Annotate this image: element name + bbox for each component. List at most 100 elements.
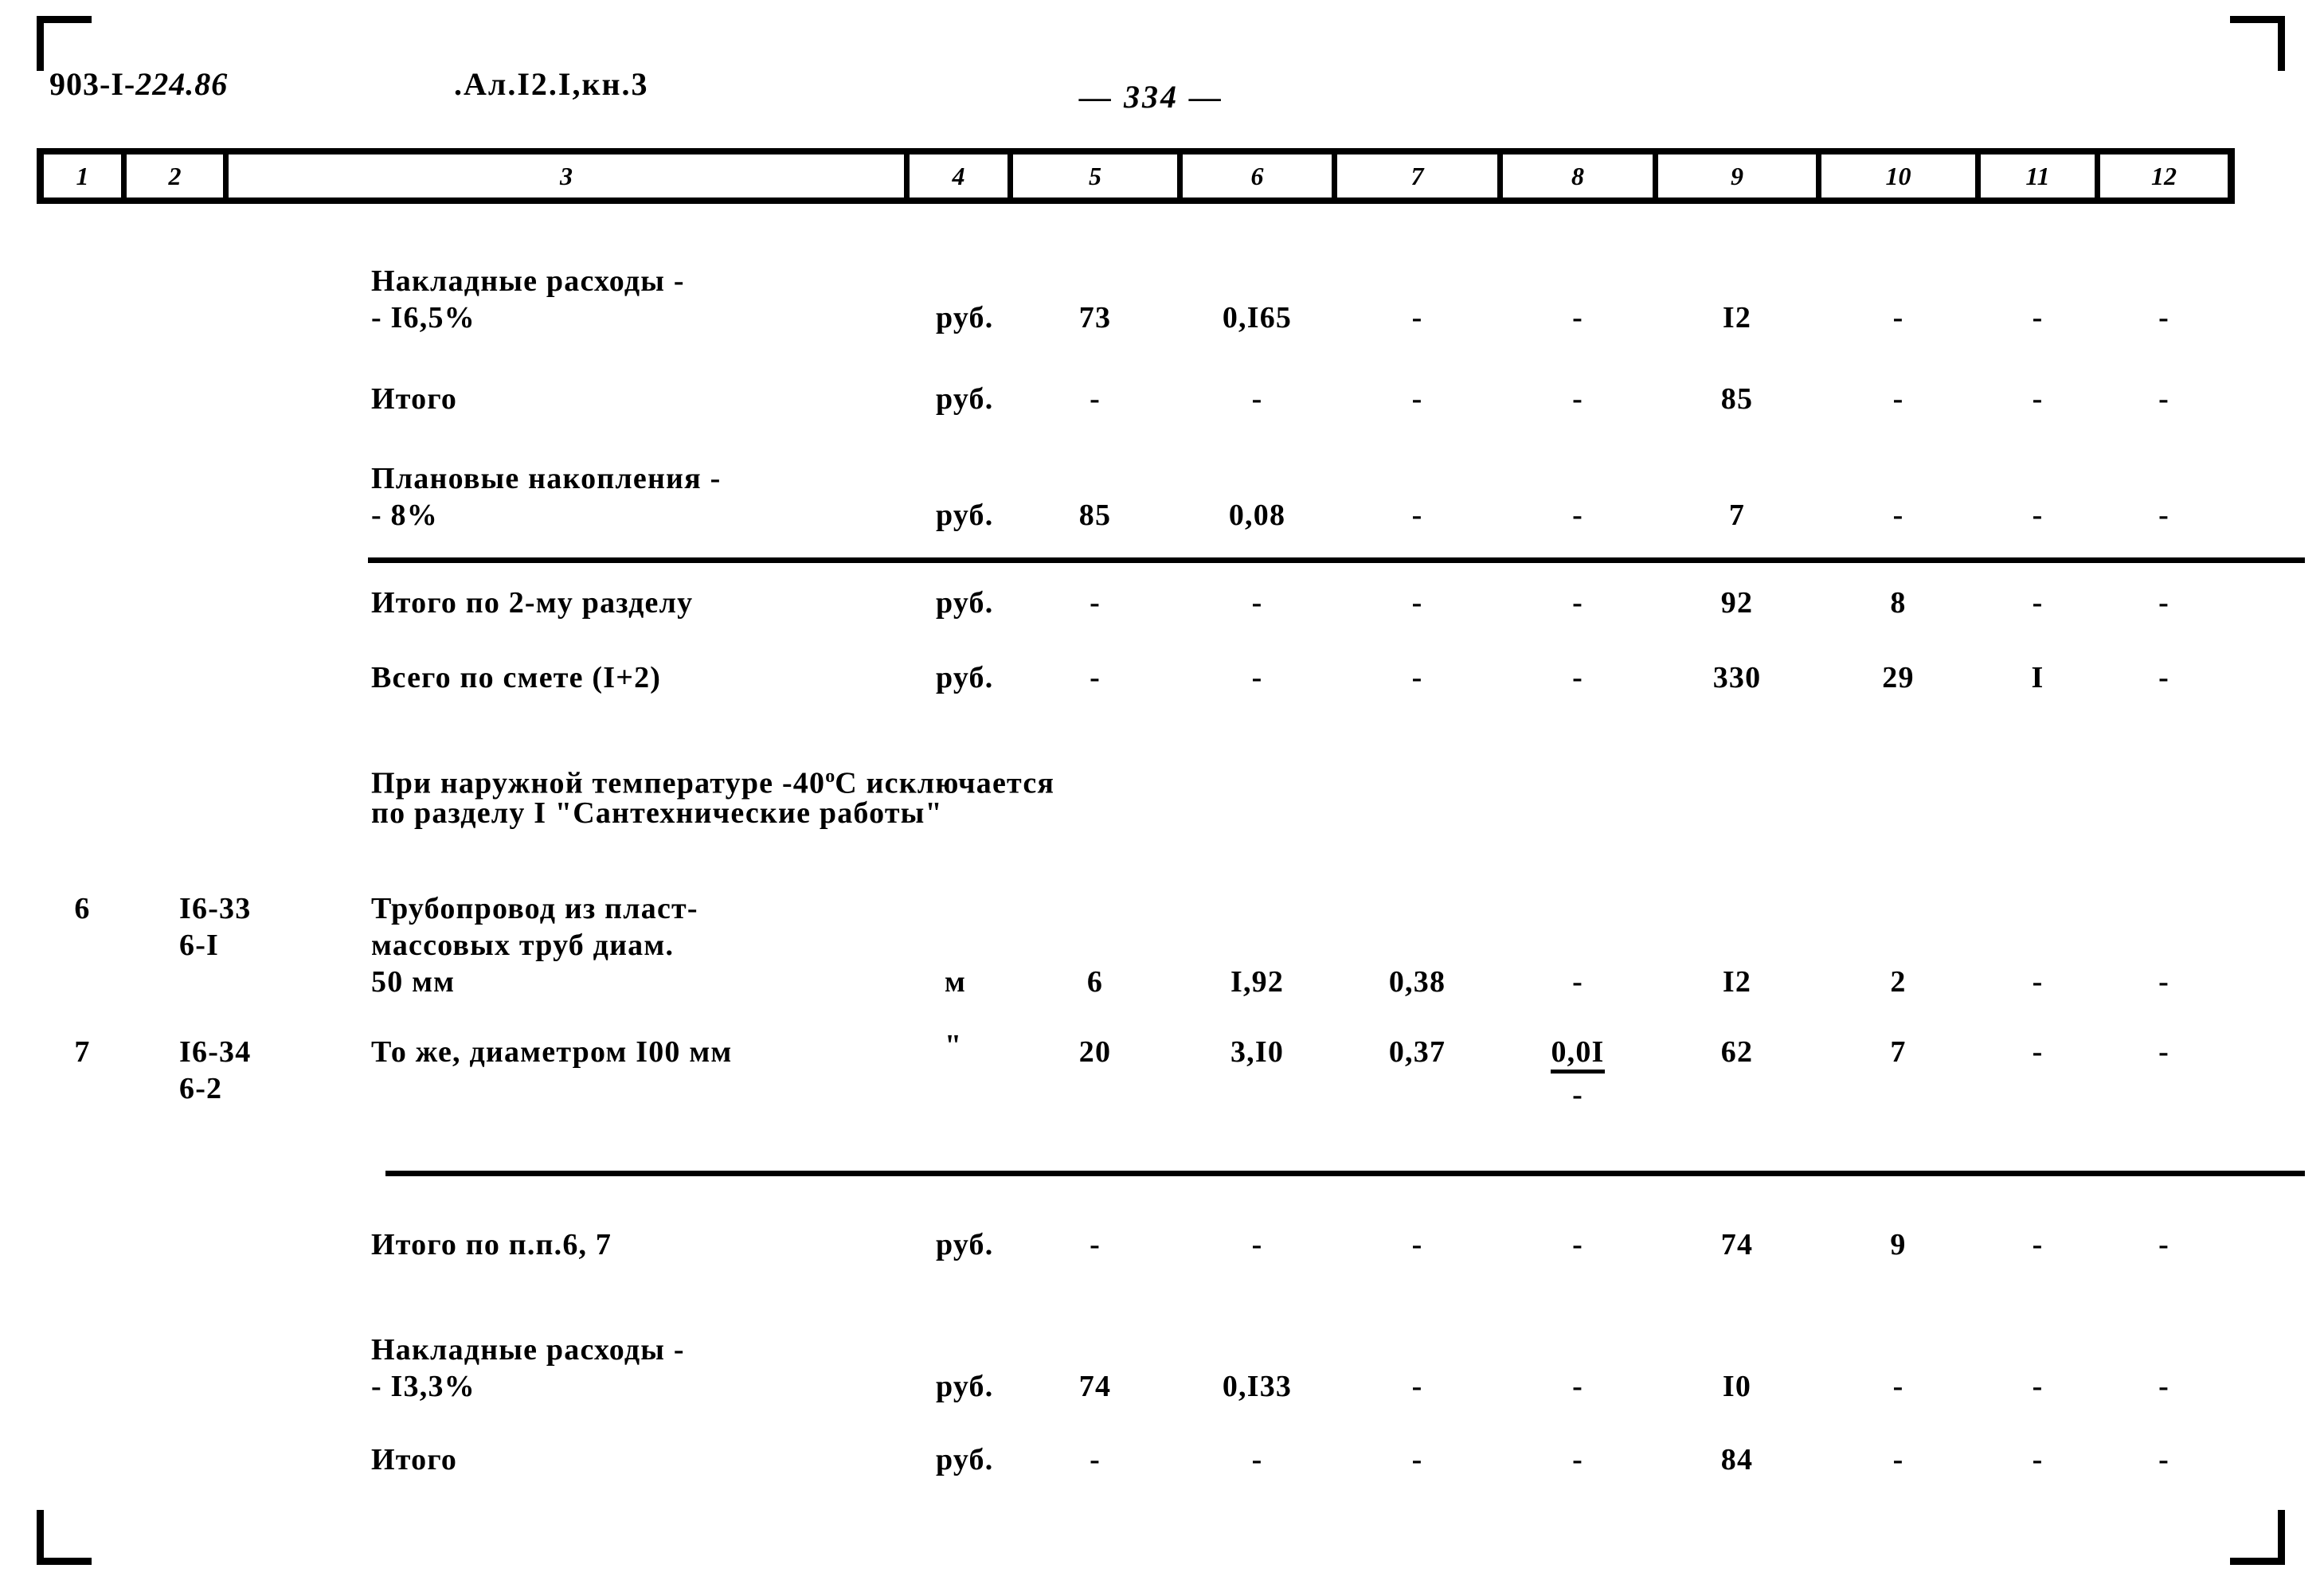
table-row: Всего по смете (I+2) xyxy=(371,659,929,696)
row-col10: - xyxy=(1892,1370,1904,1403)
row-col9: 85 xyxy=(1720,382,1754,416)
row-col5: 73 xyxy=(1078,301,1112,334)
header-divider-6 xyxy=(1332,154,1337,198)
table-header-right-edge xyxy=(2228,154,2235,198)
crop-mark-top-right xyxy=(2230,16,2285,71)
crop-mark-top-left xyxy=(37,16,92,71)
row-col7: 0,38 xyxy=(1388,965,1446,999)
row-col6: - xyxy=(1251,586,1263,620)
row-description-line1: Плановые накопления - xyxy=(371,462,722,495)
row-col7: - xyxy=(1411,586,1423,620)
row-description-line1: Итого xyxy=(371,382,458,416)
document-code-handwritten: 224.86 xyxy=(135,66,229,102)
row-col11: - xyxy=(2032,382,2044,416)
row-description-line2: - I3,3% xyxy=(371,1370,475,1403)
row-norm-code-line2: 6-2 xyxy=(179,1072,223,1105)
row-col6: 0,I65 xyxy=(1222,301,1293,334)
row-col8-numerator: 0,0I xyxy=(1551,1035,1605,1074)
row-col8-denominator: - xyxy=(1572,1078,1583,1112)
row-col12: - xyxy=(2158,1228,2169,1261)
row-item-number: 7 xyxy=(74,1035,91,1069)
table-row: Итого xyxy=(371,1441,929,1478)
row-col11: - xyxy=(2032,1370,2044,1403)
row-col7: - xyxy=(1411,1443,1423,1476)
row-norm-code-line1: I6-33 xyxy=(179,892,252,925)
column-header-8: 8 xyxy=(1571,162,1584,190)
section-separator-rule-2 xyxy=(385,1171,2305,1176)
crop-mark-bottom-right xyxy=(2230,1510,2285,1565)
document-code: 903-I-224.86 xyxy=(49,65,228,103)
document-code-prefix: 903-I- xyxy=(49,66,136,102)
row-col12: - xyxy=(2158,499,2169,532)
row-col8: - xyxy=(1572,1370,1583,1403)
row-col11: - xyxy=(2032,499,2044,532)
column-header-7: 7 xyxy=(1410,162,1424,190)
row-col10: 2 xyxy=(1890,965,1907,999)
row-description-line1: То же, диаметром I00 мм xyxy=(371,1035,733,1069)
row-col7: - xyxy=(1411,301,1423,334)
row-col12: - xyxy=(2158,965,2169,999)
row-col6: I,92 xyxy=(1230,965,1285,999)
row-description-line3: 50 мм xyxy=(371,965,456,999)
column-header-1: 1 xyxy=(76,162,89,190)
row-norm-code-line1: I6-34 xyxy=(179,1035,252,1069)
row-col12: - xyxy=(2158,1035,2169,1069)
row-col9: 62 xyxy=(1720,1035,1754,1069)
row-col12: - xyxy=(2158,1443,2169,1476)
table-row: Итого по 2-му разделу xyxy=(371,585,929,621)
row-col11: - xyxy=(2032,1228,2044,1261)
row-description-line1: Накладные расходы - xyxy=(371,264,685,298)
row-col6: - xyxy=(1251,382,1263,416)
row-col8: - xyxy=(1572,586,1583,620)
row-col11: - xyxy=(2032,586,2044,620)
table-row: То же, диаметром I00 мм xyxy=(371,1034,929,1070)
header-divider-1 xyxy=(121,154,127,198)
row-col8: - xyxy=(1572,1228,1583,1261)
row-col10: 7 xyxy=(1890,1035,1907,1069)
header-divider-7 xyxy=(1497,154,1503,198)
row-col7: - xyxy=(1411,499,1423,532)
row-description-line1: Итого xyxy=(371,1443,458,1476)
row-col10: - xyxy=(1892,499,1904,532)
row-description-line2-wrap: массовых труб диам. xyxy=(371,927,929,964)
row-description-line1: Трубопровод из пласт- xyxy=(371,892,698,925)
row-description-line2: массовых труб диам. xyxy=(371,929,675,962)
row-col11: I xyxy=(2031,661,2044,694)
row-col9: 92 xyxy=(1720,586,1754,620)
row-col9: I2 xyxy=(1722,965,1752,999)
header-divider-4 xyxy=(1007,154,1013,198)
row-col7: - xyxy=(1411,382,1423,416)
row-col8: - xyxy=(1572,382,1583,416)
row-description-line2-wrap: - I3,3% xyxy=(371,1368,929,1405)
row-col8: - xyxy=(1572,301,1583,334)
row-col8-fraction-top: 0,0I xyxy=(1503,1034,1653,1074)
section-separator-rule-1 xyxy=(368,557,2305,563)
row-col9: 7 xyxy=(1728,499,1746,532)
row-col5: - xyxy=(1090,1228,1101,1261)
header-divider-3 xyxy=(904,154,910,198)
row-col10: - xyxy=(1892,382,1904,416)
row-col11: - xyxy=(2032,1443,2044,1476)
row-col5: 74 xyxy=(1078,1370,1112,1403)
row-col12: - xyxy=(2158,382,2169,416)
row-col5: 6 xyxy=(1086,965,1104,999)
row-col8: - xyxy=(1572,1443,1583,1476)
row-description-line1: Итого по п.п.6, 7 xyxy=(371,1228,612,1261)
row-col10: - xyxy=(1892,301,1904,334)
row-col10: 9 xyxy=(1890,1228,1907,1261)
temperature-note-line2: по разделу I "Сантехнические работы" xyxy=(371,796,943,830)
row-col11: - xyxy=(2032,1035,2044,1069)
row-col12: - xyxy=(2158,661,2169,694)
column-header-6: 6 xyxy=(1250,162,1264,190)
row-col6: 0,08 xyxy=(1228,499,1286,532)
row-item-number: 6 xyxy=(74,892,91,925)
table-header-left-edge xyxy=(37,154,44,198)
row-description-line1: Итого по 2-му разделу xyxy=(371,586,694,620)
page-number: — 334 — xyxy=(1079,79,1223,115)
row-col5: - xyxy=(1090,1443,1101,1476)
row-col12: - xyxy=(2158,1370,2169,1403)
degree-symbol: o xyxy=(825,766,835,787)
column-header-3: 3 xyxy=(560,162,573,190)
row-col11: - xyxy=(2032,965,2044,999)
column-header-5: 5 xyxy=(1089,162,1101,190)
